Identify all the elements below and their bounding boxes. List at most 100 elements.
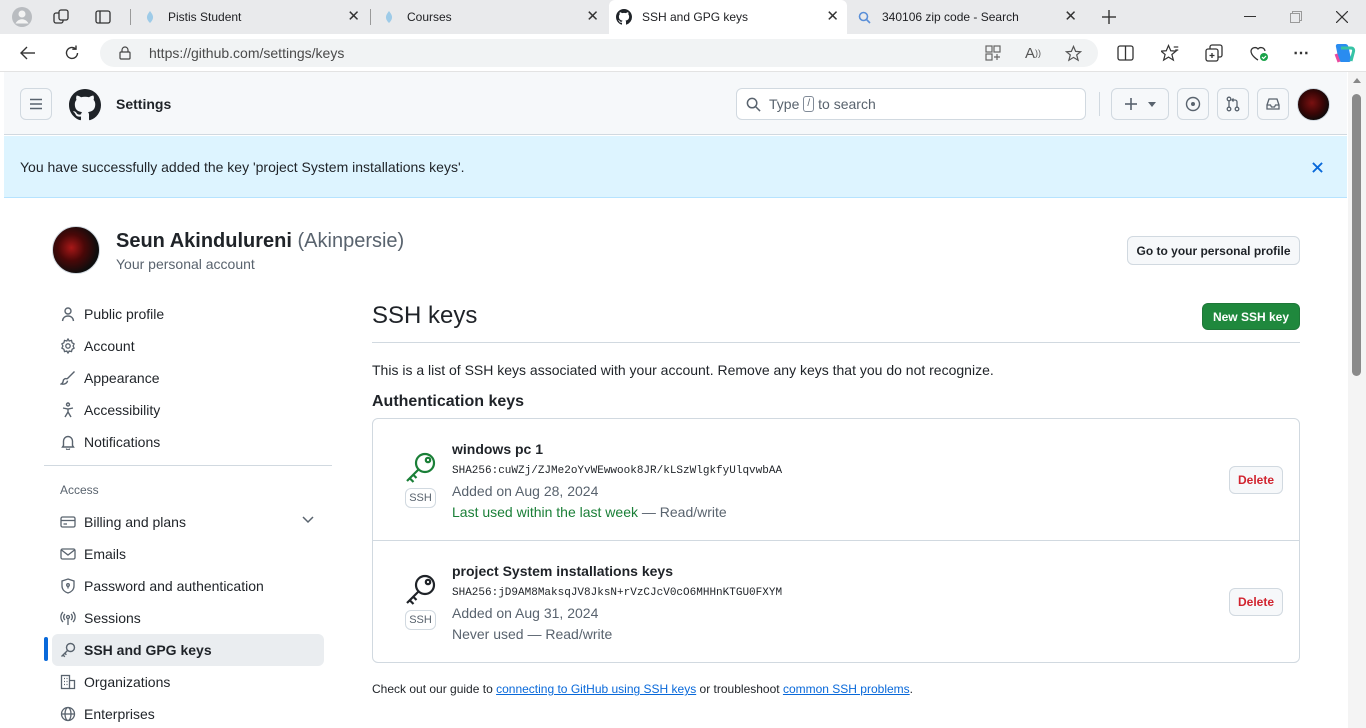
profile-name-line: Seun Akindulureni (Akinpersie): [116, 230, 404, 253]
chevron-down-icon[interactable]: [302, 516, 314, 524]
search-shortcut-key: /: [803, 96, 815, 112]
url-text[interactable]: https://github.com/settings/keys: [149, 45, 344, 61]
close-icon[interactable]: [1307, 157, 1327, 177]
help-mid: or troubleshoot: [699, 682, 780, 696]
sidebar-item-accessibility[interactable]: Accessibility: [52, 394, 324, 426]
delete-key-button[interactable]: Delete: [1229, 466, 1283, 494]
collections-icon[interactable]: [1204, 44, 1224, 62]
key-title: windows pc 1: [452, 441, 544, 457]
sidebar-item-sessions[interactable]: Sessions: [52, 602, 324, 634]
profile-icon[interactable]: [10, 5, 34, 29]
git-pull-request-icon: [1225, 96, 1241, 112]
scrollbar[interactable]: [1348, 72, 1366, 728]
close-icon[interactable]: ✕: [826, 9, 839, 25]
tab-pistis-student[interactable]: Pistis Student ✕: [132, 0, 368, 34]
app-available-icon[interactable]: [983, 44, 1003, 62]
search-input[interactable]: Type / to search: [736, 88, 1086, 120]
tab-ssh-gpg-keys[interactable]: SSH and GPG keys ✕: [609, 0, 847, 34]
page-description: This is a list of SSH keys associated wi…: [372, 362, 994, 378]
tab-title: Courses: [407, 10, 452, 24]
organization-icon: [60, 674, 76, 690]
issues-button[interactable]: [1177, 88, 1209, 120]
close-window-icon[interactable]: [1332, 8, 1352, 26]
key-usage: Last used within the last week — Read/wr…: [452, 504, 727, 520]
refresh-icon[interactable]: [62, 43, 82, 63]
close-icon[interactable]: ✕: [586, 9, 599, 25]
split-screen-icon[interactable]: [1115, 44, 1135, 62]
ssh-guide-link[interactable]: connecting to GitHub using SSH keys: [496, 682, 696, 696]
workspaces-icon[interactable]: [51, 7, 71, 27]
sidebar-item-emails[interactable]: Emails: [52, 538, 324, 570]
search-icon: [746, 97, 761, 112]
delete-key-button[interactable]: Delete: [1229, 588, 1283, 616]
back-icon[interactable]: [18, 43, 38, 63]
tab-zip-code-search[interactable]: 340106 zip code - Search ✕: [849, 0, 1085, 34]
sidebar-section-heading: Access: [60, 483, 99, 497]
lock-icon[interactable]: [117, 45, 133, 61]
go-to-profile-button[interactable]: Go to your personal profile: [1127, 236, 1300, 265]
sidebar-item-password-auth[interactable]: Password and authentication: [52, 570, 324, 602]
sidebar-item-account[interactable]: Account: [52, 330, 324, 362]
more-options-icon[interactable]: ⋯: [1291, 44, 1311, 62]
sidebar-item-notifications[interactable]: Notifications: [52, 426, 324, 458]
key-usage: Never used — Read/write: [452, 626, 612, 642]
accessibility-icon: [60, 402, 76, 418]
help-prefix: Check out our guide to: [372, 682, 493, 696]
paintbrush-icon: [60, 370, 76, 386]
sidebar-item-organizations[interactable]: Organizations: [52, 666, 324, 698]
sidebar-item-label: SSH and GPG keys: [84, 642, 212, 658]
sidebar-item-ssh-gpg-keys[interactable]: SSH and GPG keys: [52, 634, 324, 666]
new-ssh-key-button[interactable]: New SSH key: [1202, 303, 1300, 330]
search-placeholder-prefix: Type: [769, 96, 800, 112]
inbox-icon: [1265, 96, 1281, 112]
tab-courses[interactable]: Courses ✕: [371, 0, 607, 34]
key-icon: [404, 450, 438, 484]
key-icon: [404, 572, 438, 606]
menu-button[interactable]: [20, 88, 52, 120]
create-new-button[interactable]: [1111, 88, 1169, 120]
avatar[interactable]: [52, 226, 100, 274]
close-icon[interactable]: ✕: [1064, 9, 1077, 25]
favorites-icon[interactable]: [1160, 44, 1180, 62]
triangle-down-icon: [1148, 101, 1156, 107]
plus-icon: [1124, 97, 1138, 111]
sidebar-item-public-profile[interactable]: Public profile: [52, 298, 324, 330]
tab-title: 340106 zip code - Search: [882, 10, 1019, 24]
read-aloud-icon[interactable]: A)): [1023, 44, 1043, 62]
scroll-up-arrow-icon[interactable]: [1353, 78, 1361, 83]
profile-name[interactable]: Seun Akindulureni: [116, 230, 292, 252]
copilot-icon[interactable]: [1331, 41, 1357, 65]
help-end: .: [909, 682, 914, 696]
header-divider: [1099, 92, 1100, 116]
title-divider: [372, 342, 1300, 343]
sidebar-item-label: Public profile: [84, 306, 165, 322]
user-avatar[interactable]: [1297, 88, 1330, 121]
broadcast-icon: [60, 610, 76, 626]
sidebar-item-enterprises[interactable]: Enterprises: [52, 698, 324, 728]
sidebar-item-label: Account: [84, 338, 135, 354]
tab-title: Pistis Student: [168, 10, 242, 24]
sidebar-item-label: Appearance: [84, 370, 160, 386]
browser-essentials-icon[interactable]: [1248, 44, 1270, 62]
inbox-button[interactable]: [1257, 88, 1289, 120]
new-tab-icon[interactable]: [1098, 6, 1120, 28]
favorite-star-icon[interactable]: [1063, 44, 1083, 62]
sidebar-item-billing[interactable]: Billing and plans: [52, 506, 324, 538]
scrollbar-thumb[interactable]: [1352, 94, 1361, 376]
sidebar-item-label: Enterprises: [84, 706, 155, 722]
minimize-icon[interactable]: [1240, 8, 1260, 26]
ssh-problems-link[interactable]: common SSH problems: [783, 682, 910, 696]
tab-actions-icon[interactable]: [93, 7, 113, 27]
row-divider: [373, 540, 1299, 541]
hamburger-icon: [28, 96, 44, 112]
key-added-date: Added on Aug 28, 2024: [452, 483, 599, 499]
gear-icon: [60, 338, 76, 354]
sidebar-item-appearance[interactable]: Appearance: [52, 362, 324, 394]
pull-requests-button[interactable]: [1217, 88, 1249, 120]
restore-icon[interactable]: [1286, 8, 1306, 26]
flash-banner: You have successfully added the key 'pro…: [4, 136, 1347, 198]
header-title[interactable]: Settings: [116, 96, 171, 112]
close-icon[interactable]: ✕: [347, 9, 360, 25]
github-logo-icon[interactable]: [68, 88, 101, 121]
credit-card-icon: [60, 514, 76, 530]
